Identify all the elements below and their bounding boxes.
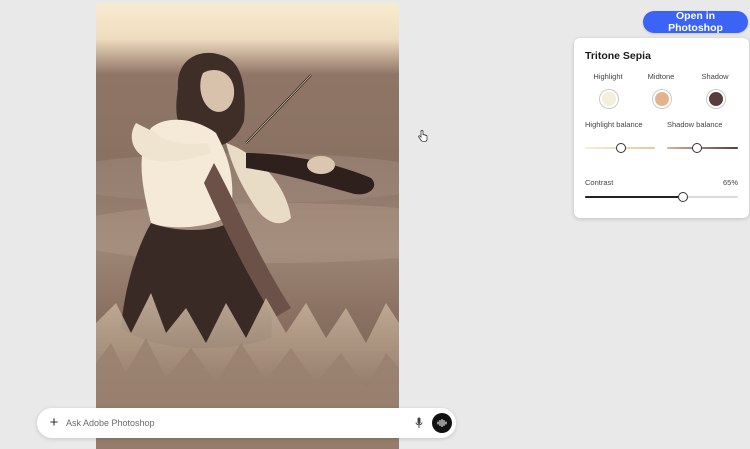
voice-wave-icon	[437, 419, 447, 427]
open-in-photoshop-button[interactable]: Open in Photoshop	[643, 10, 748, 34]
microphone-icon[interactable]	[415, 417, 423, 429]
prompt-bar: +	[37, 408, 456, 438]
contrast-track-fill	[585, 196, 679, 198]
panel-title: Tritone Sepia	[585, 50, 651, 62]
ask-photoshop-input[interactable]	[66, 415, 366, 431]
hand-cursor-icon	[418, 130, 428, 142]
image-canvas	[96, 3, 399, 449]
highlight-balance-label: Highlight balance	[585, 120, 643, 129]
contrast-label: Contrast	[585, 178, 614, 187]
shadow-label: Shadow	[701, 72, 729, 81]
highlight-balance-thumb[interactable]	[616, 143, 626, 153]
shadow-balance-track[interactable]	[667, 147, 738, 149]
midtone-label: Midtone	[647, 72, 675, 81]
shadow-balance-thumb[interactable]	[692, 143, 702, 153]
midtone-color-swatch[interactable]	[653, 90, 671, 108]
highlight-label: Highlight	[593, 72, 623, 81]
contrast-value: 65%	[722, 178, 738, 187]
shadow-balance-label: Shadow balance	[667, 120, 723, 129]
contrast-thumb[interactable]	[678, 192, 688, 202]
highlight-color-swatch[interactable]	[600, 90, 618, 108]
voice-mode-button[interactable]	[432, 413, 452, 433]
shadow-color-swatch[interactable]	[707, 90, 725, 108]
sepia-photo	[96, 3, 399, 449]
tritone-sepia-panel: Tritone Sepia Highlight Midtone Shadow H…	[574, 38, 749, 218]
plus-icon[interactable]: +	[46, 415, 62, 431]
